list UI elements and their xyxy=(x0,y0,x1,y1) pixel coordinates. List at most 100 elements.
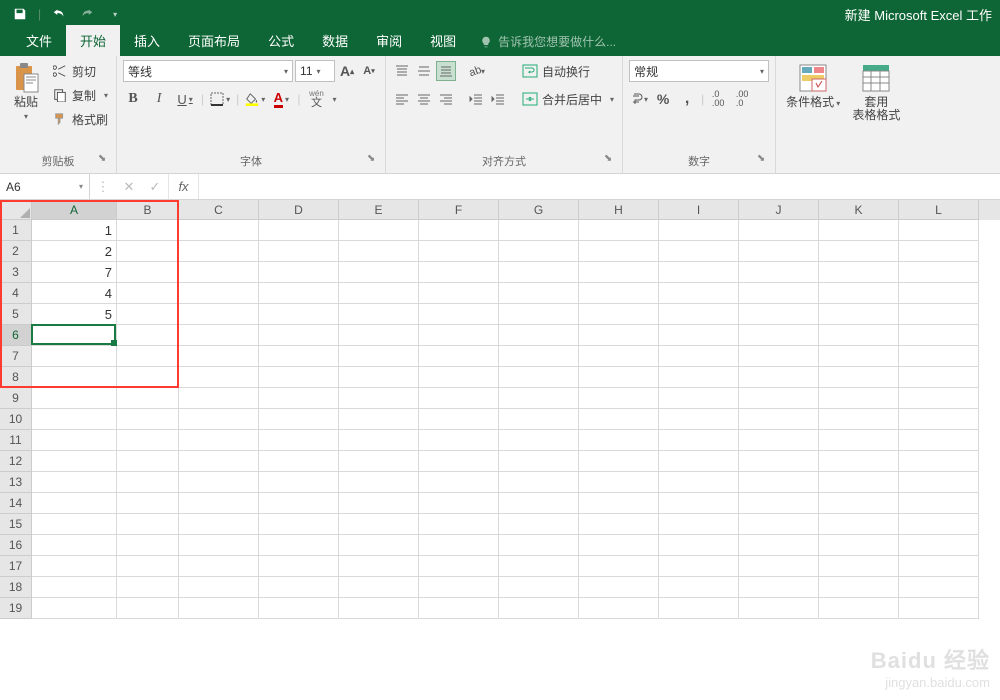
cell-K13[interactable] xyxy=(819,472,899,493)
cell-K18[interactable] xyxy=(819,577,899,598)
col-header-C[interactable]: C xyxy=(179,200,259,220)
cell-C13[interactable] xyxy=(179,472,259,493)
bold-button[interactable]: B xyxy=(123,89,143,109)
cell-H4[interactable] xyxy=(579,283,659,304)
cell-H3[interactable] xyxy=(579,262,659,283)
enter-button[interactable]: ✓ xyxy=(142,179,168,195)
cell-B18[interactable] xyxy=(117,577,179,598)
cell-F10[interactable] xyxy=(419,409,499,430)
row-header-4[interactable]: 4 xyxy=(0,283,32,304)
cell-I1[interactable] xyxy=(659,220,739,241)
tab-data[interactable]: 数据 xyxy=(308,25,362,56)
cell-L7[interactable] xyxy=(899,346,979,367)
cell-I6[interactable] xyxy=(659,325,739,346)
wrap-text-button[interactable]: 自动换行 xyxy=(520,60,616,82)
cell-K10[interactable] xyxy=(819,409,899,430)
cell-B15[interactable] xyxy=(117,514,179,535)
cell-C1[interactable] xyxy=(179,220,259,241)
fill-color-button[interactable]: ▾ xyxy=(245,89,265,109)
save-button[interactable] xyxy=(8,3,32,25)
cell-K11[interactable] xyxy=(819,430,899,451)
column-headers[interactable]: ABCDEFGHIJKL xyxy=(32,200,1000,220)
cell-G18[interactable] xyxy=(499,577,579,598)
cell-F15[interactable] xyxy=(419,514,499,535)
cell-G17[interactable] xyxy=(499,556,579,577)
cell-L17[interactable] xyxy=(899,556,979,577)
cell-K2[interactable] xyxy=(819,241,899,262)
cell-C5[interactable] xyxy=(179,304,259,325)
cell-F16[interactable] xyxy=(419,535,499,556)
cell-E7[interactable] xyxy=(339,346,419,367)
cell-K3[interactable] xyxy=(819,262,899,283)
cell-G8[interactable] xyxy=(499,367,579,388)
cell-L1[interactable] xyxy=(899,220,979,241)
alignment-dialog-launcher[interactable]: ⬊ xyxy=(602,153,614,165)
tab-file[interactable]: 文件 xyxy=(12,25,66,56)
cell-L16[interactable] xyxy=(899,535,979,556)
cell-G16[interactable] xyxy=(499,535,579,556)
font-dialog-launcher[interactable]: ⬊ xyxy=(365,153,377,165)
cell-A4[interactable]: 4 xyxy=(32,283,117,304)
cell-B9[interactable] xyxy=(117,388,179,409)
cell-I2[interactable] xyxy=(659,241,739,262)
tell-me[interactable]: 告诉我您想要做什么... xyxy=(470,27,626,56)
cell-K12[interactable] xyxy=(819,451,899,472)
cell-E19[interactable] xyxy=(339,598,419,619)
cell-K15[interactable] xyxy=(819,514,899,535)
cell-E10[interactable] xyxy=(339,409,419,430)
align-middle-button[interactable] xyxy=(414,61,434,81)
font-size-combo[interactable]: 11▾ xyxy=(295,60,335,82)
cell-H10[interactable] xyxy=(579,409,659,430)
align-bottom-button[interactable] xyxy=(436,61,456,81)
border-button[interactable]: ▾ xyxy=(210,89,230,109)
cell-L8[interactable] xyxy=(899,367,979,388)
cell-F18[interactable] xyxy=(419,577,499,598)
cell-I9[interactable] xyxy=(659,388,739,409)
cell-D17[interactable] xyxy=(259,556,339,577)
cell-H12[interactable] xyxy=(579,451,659,472)
row-header-2[interactable]: 2 xyxy=(0,241,32,262)
col-header-F[interactable]: F xyxy=(419,200,499,220)
cell-I3[interactable] xyxy=(659,262,739,283)
font-color-button[interactable]: A▾ xyxy=(271,89,291,109)
tab-home[interactable]: 开始 xyxy=(66,25,120,56)
col-header-J[interactable]: J xyxy=(739,200,819,220)
col-header-E[interactable]: E xyxy=(339,200,419,220)
tab-view[interactable]: 视图 xyxy=(416,25,470,56)
cell-G12[interactable] xyxy=(499,451,579,472)
cell-J13[interactable] xyxy=(739,472,819,493)
cell-K17[interactable] xyxy=(819,556,899,577)
cell-B2[interactable] xyxy=(117,241,179,262)
cell-A11[interactable] xyxy=(32,430,117,451)
select-all-corner[interactable] xyxy=(0,200,32,220)
cell-F3[interactable] xyxy=(419,262,499,283)
cell-J14[interactable] xyxy=(739,493,819,514)
cell-H16[interactable] xyxy=(579,535,659,556)
cell-A6[interactable] xyxy=(32,325,117,346)
cell-F5[interactable] xyxy=(419,304,499,325)
cell-K1[interactable] xyxy=(819,220,899,241)
comma-button[interactable]: , xyxy=(677,89,697,109)
cell-E4[interactable] xyxy=(339,283,419,304)
cell-L19[interactable] xyxy=(899,598,979,619)
cell-G3[interactable] xyxy=(499,262,579,283)
cell-I12[interactable] xyxy=(659,451,739,472)
row-header-10[interactable]: 10 xyxy=(0,409,32,430)
cell-G19[interactable] xyxy=(499,598,579,619)
cut-button[interactable]: 剪切 xyxy=(50,60,110,82)
cell-L18[interactable] xyxy=(899,577,979,598)
cell-E16[interactable] xyxy=(339,535,419,556)
cell-F7[interactable] xyxy=(419,346,499,367)
fx-expand-button[interactable]: ⋮ xyxy=(90,179,116,195)
cell-E1[interactable] xyxy=(339,220,419,241)
cell-G5[interactable] xyxy=(499,304,579,325)
col-header-A[interactable]: A xyxy=(32,200,117,220)
cell-D14[interactable] xyxy=(259,493,339,514)
cell-C18[interactable] xyxy=(179,577,259,598)
cell-C4[interactable] xyxy=(179,283,259,304)
cell-C12[interactable] xyxy=(179,451,259,472)
cell-H13[interactable] xyxy=(579,472,659,493)
cell-L11[interactable] xyxy=(899,430,979,451)
cell-B16[interactable] xyxy=(117,535,179,556)
cell-I11[interactable] xyxy=(659,430,739,451)
